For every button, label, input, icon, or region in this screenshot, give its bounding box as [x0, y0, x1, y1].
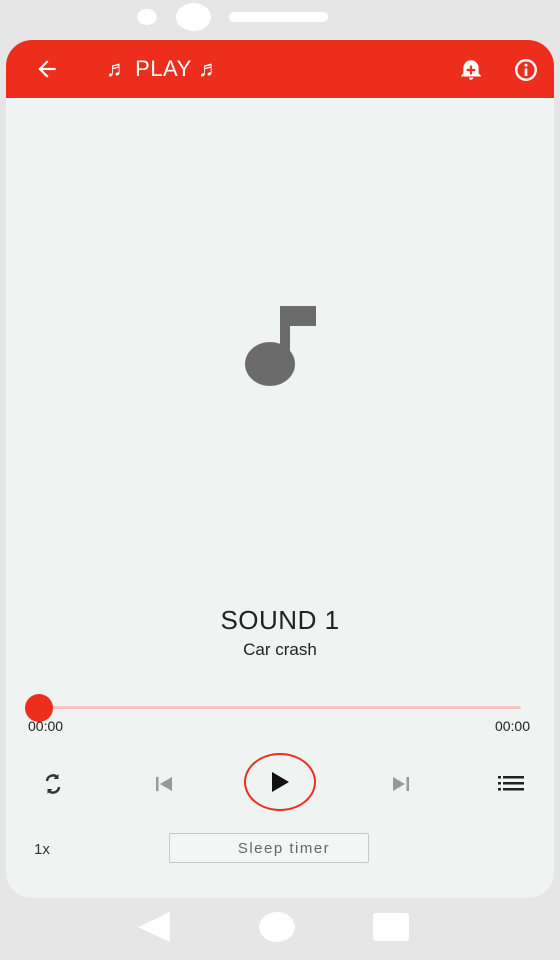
- total-time: 00:00: [494, 718, 530, 734]
- track-subtitle: Car crash: [243, 640, 317, 659]
- seek-bar[interactable]: [39, 706, 521, 709]
- sleep-timer-label: Sleep timer: [237, 839, 331, 857]
- front-camera-small: [137, 9, 157, 25]
- nav-recents-icon[interactable]: [373, 913, 409, 941]
- page-title: ♬ PLAY ♬: [106, 56, 221, 81]
- track-title: SOUND 1: [220, 605, 340, 635]
- repeat-button[interactable]: [38, 769, 68, 799]
- app-screen: ♬ PLAY ♬ SOUND 1 Car crash 00:00 00:00 1…: [6, 40, 554, 898]
- playlist-button[interactable]: [496, 769, 526, 799]
- back-arrow-icon[interactable]: [34, 56, 60, 82]
- info-icon[interactable]: [513, 57, 539, 83]
- front-camera: [176, 3, 211, 31]
- sleep-timer-button[interactable]: Sleep timer: [169, 833, 369, 863]
- music-note-icon: [245, 306, 316, 386]
- skip-previous-icon: [156, 777, 172, 791]
- moon-icon: [212, 840, 221, 856]
- next-button[interactable]: [386, 769, 416, 799]
- play-button[interactable]: [244, 753, 316, 811]
- skip-next-icon: [393, 777, 409, 791]
- alarm-icon[interactable]: [458, 57, 484, 83]
- repeat-icon: [45, 774, 61, 794]
- app-bar: ♬ PLAY ♬: [6, 40, 554, 98]
- playlist-icon: [498, 776, 524, 791]
- previous-button[interactable]: [149, 769, 179, 799]
- play-icon: [272, 772, 289, 792]
- speaker-grille: [229, 12, 328, 22]
- elapsed-time: 00:00: [28, 718, 64, 734]
- nav-back-icon[interactable]: [138, 912, 172, 942]
- nav-home-icon[interactable]: [259, 912, 295, 942]
- speed-button[interactable]: 1x: [34, 841, 50, 858]
